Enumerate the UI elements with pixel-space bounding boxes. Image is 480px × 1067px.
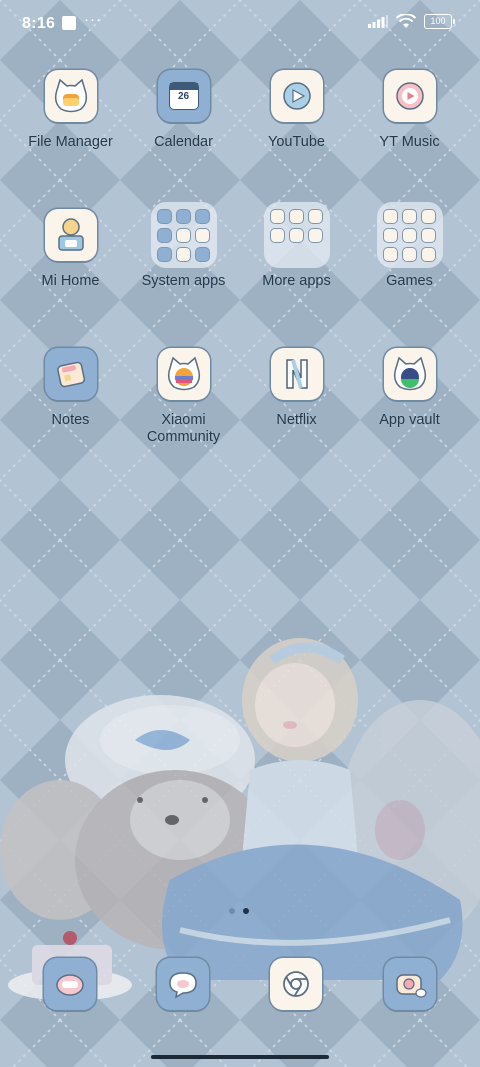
mini-app-icon	[309, 209, 322, 223]
app-label-line: Community	[146, 429, 221, 445]
cat-face-icon	[44, 70, 97, 122]
app-label: Games	[386, 273, 433, 289]
app-app-vault[interactable]: App vault	[353, 348, 466, 429]
mini-app-icon	[177, 209, 190, 223]
calendar-icon: 26	[157, 70, 210, 122]
app-label: More apps	[262, 273, 331, 289]
cat-planet-icon	[157, 348, 210, 400]
mini-app-icon	[403, 209, 416, 223]
mini-app-icon	[271, 228, 284, 242]
folder-icon	[263, 202, 330, 268]
dock-camera[interactable]	[384, 958, 436, 1010]
page-dot-active[interactable]	[243, 908, 249, 914]
mini-app-icon	[403, 228, 416, 242]
status-bar: 8:16 ··· 100	[0, 0, 480, 48]
battery-icon: 100	[424, 14, 455, 29]
notification-square-icon	[62, 16, 76, 30]
app-netflix[interactable]: Netflix	[240, 348, 353, 429]
app-mi-home[interactable]: Mi Home	[14, 209, 127, 290]
notes-icon	[44, 348, 97, 400]
dock-browser[interactable]	[270, 958, 322, 1010]
home-indicator[interactable]	[151, 1055, 329, 1059]
mini-app-icon	[158, 228, 171, 242]
dock-messages[interactable]	[157, 958, 209, 1010]
mini-app-icon	[290, 228, 303, 242]
mini-app-icon	[422, 228, 435, 242]
mini-app-icon	[271, 209, 284, 223]
mini-app-icon	[384, 209, 397, 223]
app-label: System apps	[141, 273, 226, 289]
mini-app-icon	[290, 209, 303, 223]
mini-app-icon	[422, 247, 435, 261]
mini-app-icon	[384, 247, 397, 261]
mini-app-icon	[309, 228, 322, 242]
app-calendar[interactable]: 26 Calendar	[127, 70, 240, 151]
mini-app-icon	[196, 209, 209, 223]
battery-level: 100	[430, 16, 446, 26]
calendar-date: 26	[177, 91, 190, 102]
app-label: File Manager	[28, 134, 113, 150]
mini-app-icon	[196, 247, 209, 261]
phone-icon	[44, 958, 96, 1010]
message-bubble-icon	[157, 958, 209, 1010]
app-label: App vault	[379, 412, 440, 428]
netflix-n-icon	[270, 348, 323, 400]
wifi-icon	[396, 14, 416, 28]
app-label: Netflix	[276, 412, 317, 428]
app-xiaomi-community[interactable]: Xiaomi Community	[127, 348, 240, 446]
page-dot[interactable]	[229, 908, 235, 914]
folder-more-apps[interactable]: More apps	[240, 202, 353, 290]
wallpaper	[0, 0, 480, 1067]
folder-games[interactable]: Games	[353, 202, 466, 290]
folder-system-apps[interactable]: System apps	[127, 202, 240, 290]
app-label: Notes	[51, 412, 90, 428]
app-file-manager[interactable]: File Manager	[14, 70, 127, 151]
camera-icon	[384, 958, 436, 1010]
app-yt-music[interactable]: YT Music	[353, 70, 466, 151]
browser-icon	[270, 958, 322, 1010]
folder-icon	[150, 202, 217, 268]
mini-app-icon	[158, 247, 171, 261]
mini-app-icon	[196, 228, 209, 242]
app-youtube[interactable]: YouTube	[240, 70, 353, 151]
mini-app-icon	[403, 247, 416, 261]
app-label: YouTube	[268, 134, 325, 150]
cat-planet-icon	[383, 348, 436, 400]
app-label: YT Music	[379, 134, 440, 150]
mini-app-icon	[422, 209, 435, 223]
app-label: Xiaomi Community	[127, 412, 240, 446]
app-label-line: Xiaomi	[161, 412, 206, 428]
music-play-icon	[383, 70, 436, 122]
mini-app-icon	[158, 209, 171, 223]
dock-phone[interactable]	[44, 958, 96, 1010]
app-notes[interactable]: Notes	[14, 348, 127, 429]
mini-app-icon	[177, 247, 190, 261]
app-label: Calendar	[154, 134, 213, 150]
status-time: 8:16	[22, 15, 56, 32]
mini-app-icon	[384, 228, 397, 242]
signal-icon	[368, 15, 388, 28]
folder-icon	[376, 202, 443, 268]
page-indicator	[229, 908, 249, 914]
play-icon	[270, 70, 323, 122]
app-label: Mi Home	[41, 273, 100, 289]
mini-app-icon	[177, 228, 190, 242]
mi-home-icon	[44, 209, 97, 261]
more-dots-icon: ···	[84, 11, 102, 28]
